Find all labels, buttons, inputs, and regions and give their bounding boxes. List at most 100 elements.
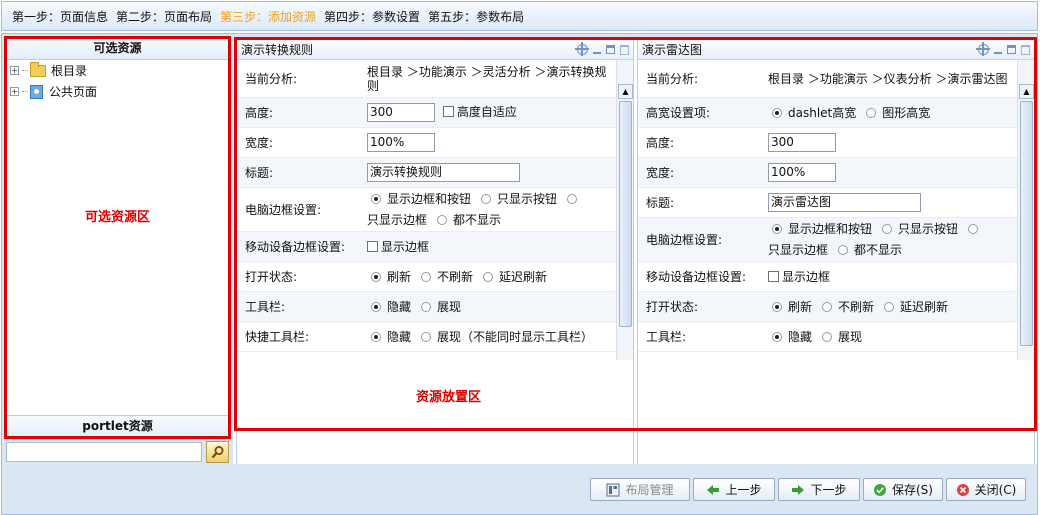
radio-quick-show[interactable] [421,331,432,342]
arrow-left-icon [707,484,720,495]
maximize-icon[interactable] [1007,45,1016,54]
step-5[interactable]: 第五步：参数布局 [428,8,524,25]
maximize-icon[interactable] [606,45,615,54]
tree-node-root[interactable]: + 根目录 [6,60,229,81]
delete-icon[interactable] [620,44,629,55]
radio-label: 展现 [838,329,863,344]
button-label: 下一步 [810,483,847,497]
radio-label: 显示边框和按钮 [788,221,873,236]
radio-pc-buttons-only[interactable] [882,223,893,234]
field-label: 高度: [245,106,274,120]
tree-node-label[interactable]: 公共页面 [49,83,97,100]
scroll-thumb[interactable] [619,101,632,327]
radio-pc-none[interactable] [838,244,849,255]
radio-no-refresh[interactable] [822,301,833,312]
radio-pc-border-only[interactable] [567,193,578,204]
step-2[interactable]: 第二步：页面布局 [116,8,212,25]
radio-label: 隐藏 [387,299,412,314]
radio-label: 刷新 [788,299,813,314]
expand-icon[interactable]: + [10,87,19,96]
radio-quick-hide[interactable] [371,331,381,342]
radio-dashlet-size[interactable] [772,107,782,118]
radio-label: dashlet高宽 [788,105,857,120]
field-label: 高宽设置项: [646,106,711,120]
field-label: 当前分析: [646,72,699,86]
width-input[interactable]: 100% [768,163,836,182]
height-input[interactable]: 300 [768,133,836,152]
radio-label: 展现（不能同时显示工具栏） [437,329,594,344]
radio-refresh[interactable] [371,271,381,282]
checkbox-label: 高度自适应 [456,105,517,119]
radio-pc-border-and-buttons[interactable] [371,193,381,204]
layout-icon [606,483,620,496]
row-height: 高度: 300 [638,128,1017,158]
radio-delay-refresh[interactable] [884,301,895,312]
row-open-state: 打开状态: 刷新 不刷新 延迟刷新 [638,292,1017,322]
close-button[interactable]: 关闭(C) [946,478,1026,501]
radio-no-refresh[interactable] [421,271,432,282]
radio-pc-buttons-only[interactable] [481,193,492,204]
auto-height-checkbox[interactable] [442,106,454,117]
arrow-right-icon [792,484,805,495]
radio-toolbar-show[interactable] [421,301,432,312]
field-label: 移动设备边框设置: [646,270,747,284]
width-input[interactable]: 100% [367,133,435,152]
search-button[interactable] [206,441,229,463]
field-label: 打开状态: [646,300,699,314]
portlet-title-bar[interactable]: 演示雷达图 [638,40,1034,60]
portlet-title: 演示雷达图 [642,43,703,57]
tree-node-label[interactable]: 根目录 [51,62,87,79]
next-step-button[interactable]: 下一步 [778,478,860,501]
scroll-up-icon[interactable]: ▲ [1019,84,1034,99]
row-toolbar: 工具栏: 隐藏 展现 [638,322,1017,352]
title-input[interactable]: 演示雷达图 [768,193,921,212]
radio-toolbar-hide[interactable] [772,331,782,342]
search-input[interactable] [6,442,202,462]
scroll-thumb[interactable] [1020,101,1033,346]
delete-icon[interactable] [1021,44,1030,55]
move-icon[interactable] [976,42,990,56]
row-width: 宽度: 100% [237,128,616,158]
radio-label: 隐藏 [788,329,813,344]
field-label: 标题: [646,196,675,210]
close-icon [956,483,969,496]
button-label: 上一步 [725,483,762,497]
title-input[interactable]: 演示转换规则 [367,163,520,182]
height-input[interactable]: 300 [367,103,435,122]
radio-chart-size[interactable] [866,107,877,118]
portlet-title-bar[interactable]: 演示转换规则 [237,40,633,60]
expand-icon[interactable]: + [10,66,19,75]
row-current-analysis: 当前分析: 根目录 ＞功能演示 ＞仪表分析 ＞演示雷达图 [638,60,1017,98]
step-1[interactable]: 第一步：页面信息 [12,8,108,25]
radio-pc-border-only[interactable] [968,223,979,234]
tree-node-public-pages[interactable]: + 公共页面 [6,81,229,102]
radio-delay-refresh[interactable] [483,271,494,282]
scroll-up-icon[interactable]: ▲ [618,84,633,99]
available-resources-zone-label: 可选资源区 [84,210,150,225]
mobile-border-checkbox[interactable] [367,240,378,252]
minimize-icon[interactable] [994,51,1002,54]
vertical-scrollbar[interactable]: ▲ ▼ [616,60,633,360]
radio-refresh[interactable] [772,301,782,312]
step-4[interactable]: 第四步：参数设置 [324,8,420,25]
move-icon[interactable] [575,42,589,56]
radio-label: 都不显示 [453,212,502,227]
radio-pc-none[interactable] [437,214,448,225]
field-label: 快捷工具栏: [245,330,310,344]
save-button[interactable]: 保存(S) [863,478,943,501]
available-resources-panel: 可选资源 + 根目录 + 公共页面 可选资源区 portlet资源 [5,37,230,438]
radio-toolbar-show[interactable] [822,331,833,342]
vertical-scrollbar[interactable]: ▲ ▼ [1017,60,1034,360]
resource-search [5,440,230,464]
minimize-icon[interactable] [593,51,601,54]
step-3-active[interactable]: 第三步：添加资源 [220,8,316,25]
mobile-border-checkbox[interactable] [768,270,779,282]
prev-step-button[interactable]: 上一步 [693,478,775,501]
radio-label: 不刷新 [838,299,875,314]
analysis-path: 根目录 ＞功能演示 ＞仪表分析 ＞演示雷达图 [768,71,1008,86]
tree-line [22,70,28,71]
portlet-resources-title[interactable]: portlet资源 [6,415,229,437]
radio-toolbar-hide[interactable] [371,301,381,312]
radio-pc-border-and-buttons[interactable] [772,223,782,234]
layout-manage-button[interactable]: 布局管理 [590,478,690,501]
